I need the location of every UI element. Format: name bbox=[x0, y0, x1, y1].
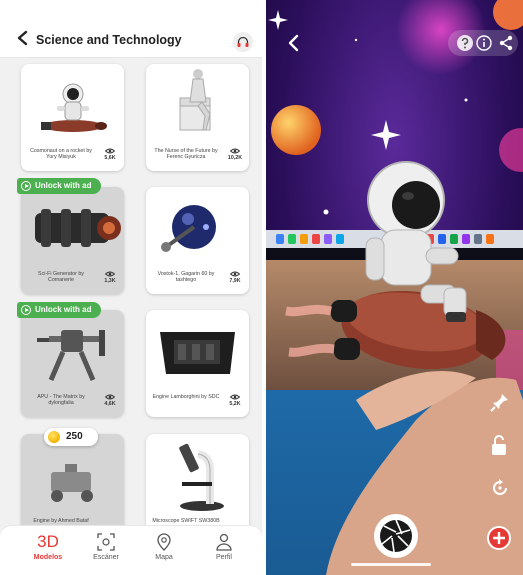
scan-icon bbox=[97, 533, 115, 551]
model-caption: The Nurse of the Future by Ferenc Gyuric… bbox=[154, 148, 218, 161]
nav-profile[interactable]: Perfil bbox=[194, 532, 254, 561]
nav-models[interactable]: 3D Modelos bbox=[18, 532, 78, 561]
back-chevron-icon[interactable] bbox=[286, 34, 302, 52]
unlock-label: Unlock with ad bbox=[35, 305, 92, 314]
model-caption: Cosmonaut on a rocket by Yury Misiyuk bbox=[30, 148, 92, 161]
headphones-icon bbox=[237, 36, 249, 47]
model-thumbnail bbox=[51, 464, 93, 502]
model-thumbnail bbox=[35, 209, 121, 247]
pin-icon[interactable] bbox=[490, 392, 510, 412]
add-model-button[interactable] bbox=[487, 526, 511, 550]
models-catalog-panel: Science and Technology Cosmonaut on a ro… bbox=[0, 0, 262, 575]
eye-icon bbox=[105, 394, 115, 400]
model-thumbnail bbox=[41, 83, 107, 132]
eye-icon bbox=[230, 148, 240, 154]
unlock-label: Unlock with ad bbox=[35, 181, 92, 190]
model-card[interactable]: Sci-Fi Generator by Comanerie 1,3K bbox=[21, 187, 124, 294]
capture-button[interactable] bbox=[374, 514, 418, 558]
coin-cost-badge[interactable]: 250 bbox=[44, 428, 98, 446]
model-caption: Engine by Ahmed Bataf bbox=[33, 518, 89, 524]
model-caption: Engine Lamborghini by SDC bbox=[152, 394, 220, 400]
coin-icon bbox=[48, 431, 60, 443]
share-icon[interactable] bbox=[498, 35, 514, 51]
model-card[interactable]: APU - The Matrix by dylongfalia 4,6K bbox=[21, 310, 124, 417]
nav-scanner[interactable]: Escáner bbox=[76, 532, 136, 561]
back-chevron-icon[interactable] bbox=[16, 30, 30, 46]
models-3d-icon: 3D bbox=[37, 532, 59, 551]
model-caption: APU - The Matrix by dylongfalia bbox=[37, 394, 85, 407]
model-card[interactable]: Engine Lamborghini by SDC 5,2K bbox=[146, 310, 249, 417]
view-count: 10,2K bbox=[225, 148, 245, 161]
play-circle-icon bbox=[21, 181, 31, 191]
model-thumbnail bbox=[37, 330, 105, 381]
view-count: 7,9K bbox=[225, 271, 245, 284]
model-caption: Sci-Fi Generator by Comanerie bbox=[38, 271, 84, 284]
nav-profile-label: Perfil bbox=[216, 554, 232, 561]
add-icon bbox=[493, 532, 505, 544]
coin-cost: 250 bbox=[66, 431, 83, 442]
model-card[interactable]: Cosmonaut on a rocket by Yury Misiyuk 5,… bbox=[21, 64, 124, 171]
view-count: 1,3K bbox=[100, 271, 120, 284]
nav-models-label: Modelos bbox=[33, 554, 63, 561]
model-thumbnail bbox=[161, 205, 216, 252]
rotate-icon[interactable] bbox=[490, 478, 510, 498]
ar-scene bbox=[266, 0, 523, 575]
view-count: 5,6K bbox=[100, 148, 120, 161]
model-card[interactable]: The Nurse of the Future by Ferenc Gyuric… bbox=[146, 64, 249, 171]
page-title: Science and Technology bbox=[36, 33, 182, 47]
view-count-value: 1,3K bbox=[104, 278, 116, 284]
shutter-icon bbox=[380, 519, 412, 553]
help-icon[interactable] bbox=[456, 34, 474, 52]
model-thumbnail bbox=[160, 332, 235, 374]
nav-scanner-label: Escáner bbox=[93, 554, 119, 561]
top-bar: Science and Technology bbox=[0, 0, 262, 58]
model-thumbnail bbox=[179, 69, 211, 131]
help-button[interactable] bbox=[233, 32, 253, 52]
model-caption: Microscope SWIFT SW380B bbox=[152, 518, 220, 524]
view-count-value: 5,6K bbox=[104, 155, 116, 161]
bottom-navigation: 3D Modelos Escáner Mapa Perfil bbox=[0, 525, 262, 575]
home-indicator bbox=[351, 563, 431, 566]
view-count-value: 10,2K bbox=[227, 155, 243, 161]
eye-icon bbox=[105, 148, 115, 154]
nav-map-label: Mapa bbox=[155, 554, 173, 561]
top-actions-pill bbox=[448, 30, 518, 56]
model-card[interactable]: Vostok-1, Gagarin 60 by tashtego 7,9K bbox=[146, 187, 249, 294]
play-circle-icon bbox=[21, 305, 31, 315]
info-icon[interactable] bbox=[476, 35, 492, 51]
view-count: 5,2K bbox=[225, 394, 245, 407]
person-icon bbox=[216, 533, 232, 551]
ar-camera-view[interactable] bbox=[266, 0, 523, 575]
view-count-value: 5,2K bbox=[229, 401, 241, 407]
view-count-value: 7,9K bbox=[229, 278, 241, 284]
unlock-with-ad-badge[interactable]: Unlock with ad bbox=[17, 178, 102, 194]
model-caption: Vostok-1, Gagarin 60 by tashtego bbox=[157, 271, 215, 284]
eye-icon bbox=[105, 271, 115, 277]
eye-icon bbox=[230, 394, 240, 400]
nav-map[interactable]: Mapa bbox=[134, 532, 194, 561]
model-thumbnail bbox=[179, 443, 224, 511]
eye-icon bbox=[230, 271, 240, 277]
view-count-value: 4,6K bbox=[104, 401, 116, 407]
lock-icon[interactable] bbox=[490, 434, 508, 456]
map-pin-icon bbox=[157, 533, 171, 551]
unlock-with-ad-badge[interactable]: Unlock with ad bbox=[17, 302, 102, 318]
view-count: 4,6K bbox=[100, 394, 120, 407]
